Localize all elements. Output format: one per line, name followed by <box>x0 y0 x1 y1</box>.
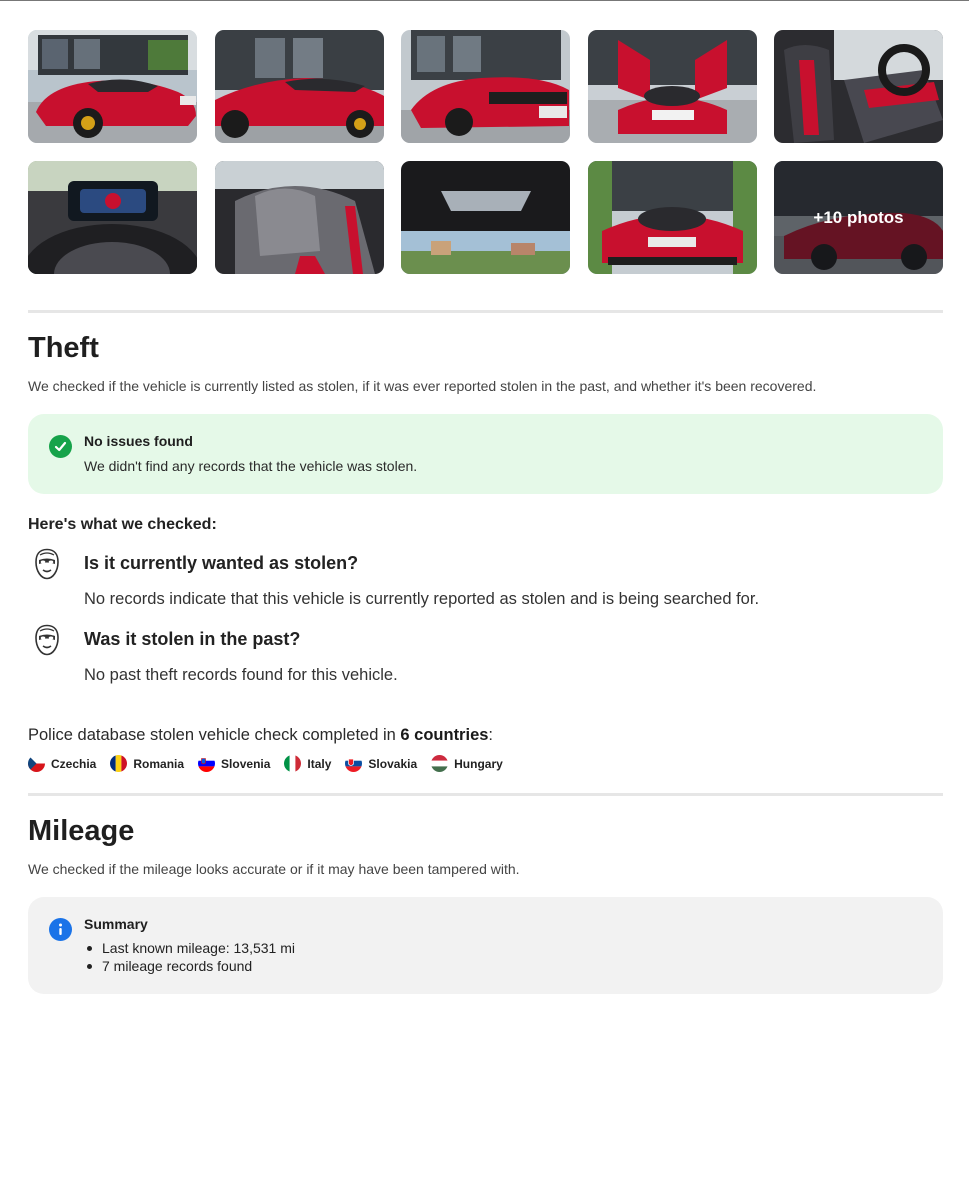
police-suffix: : <box>488 726 494 744</box>
gallery-photo[interactable] <box>401 30 570 143</box>
summary-list: Last known mileage: 13,531 mi 7 mileage … <box>87 939 295 975</box>
check-question: Is it currently wanted as stolen? <box>84 553 359 573</box>
italy-flag-icon <box>284 755 302 772</box>
slovenia-flag-icon <box>198 755 216 772</box>
theft-status-box: No issues found We didn't find any recor… <box>28 414 943 494</box>
info-icon <box>49 918 72 941</box>
thief-mask-icon <box>33 624 61 656</box>
gallery-photo[interactable] <box>774 30 943 143</box>
top-border <box>0 0 969 1</box>
gallery-photo[interactable] <box>588 161 757 274</box>
check-answer: No past theft records found for this veh… <box>84 666 398 684</box>
gallery-photo[interactable] <box>28 30 197 143</box>
mileage-description: We checked if the mileage looks accurate… <box>28 861 520 877</box>
more-photos-tile[interactable]: +10 photos <box>774 161 943 274</box>
gallery-photo[interactable] <box>401 161 570 274</box>
country-slovakia: Slovakia <box>345 755 417 772</box>
country-italy: Italy <box>284 755 331 772</box>
section-divider <box>28 310 943 313</box>
summary-item: Last known mileage: 13,531 mi <box>87 940 295 956</box>
summary-title: Summary <box>84 916 148 932</box>
hungary-flag-icon <box>431 755 449 772</box>
mileage-title: Mileage <box>28 815 135 847</box>
check-circle-icon <box>49 435 72 458</box>
czechia-flag-icon <box>28 755 45 772</box>
romania-flag-icon <box>110 755 128 772</box>
status-title: No issues found <box>84 433 193 449</box>
gallery-photo[interactable] <box>215 30 384 143</box>
checked-heading: Here's what we checked: <box>28 516 217 533</box>
gallery-photo[interactable] <box>588 30 757 143</box>
status-text: We didn't find any records that the vehi… <box>84 458 418 474</box>
thief-mask-icon <box>33 548 61 580</box>
country-list: Czechia Romania Slovenia Italy Slovakia … <box>28 755 517 772</box>
police-country-count: 6 countries <box>400 726 489 744</box>
section-divider <box>28 793 943 796</box>
slovakia-flag-icon <box>345 755 363 772</box>
theft-description: We checked if the vehicle is currently l… <box>28 378 817 394</box>
police-prefix: Police database stolen vehicle check com… <box>28 726 401 744</box>
police-check-line: Police database stolen vehicle check com… <box>28 726 493 745</box>
more-photos-label[interactable]: +10 photos <box>774 161 943 274</box>
check-question: Was it stolen in the past? <box>84 629 301 649</box>
country-slovenia: Slovenia <box>198 755 270 772</box>
gallery-photo[interactable] <box>28 161 197 274</box>
theft-title: Theft <box>28 332 99 364</box>
country-czechia: Czechia <box>28 755 96 772</box>
check-answer: No records indicate that this vehicle is… <box>84 590 760 608</box>
country-romania: Romania <box>110 755 184 772</box>
country-hungary: Hungary <box>431 755 503 772</box>
gallery-photo[interactable] <box>215 161 384 274</box>
summary-item: 7 mileage records found <box>87 957 295 975</box>
mileage-summary-box: Summary Last known mileage: 13,531 mi 7 … <box>28 897 943 994</box>
